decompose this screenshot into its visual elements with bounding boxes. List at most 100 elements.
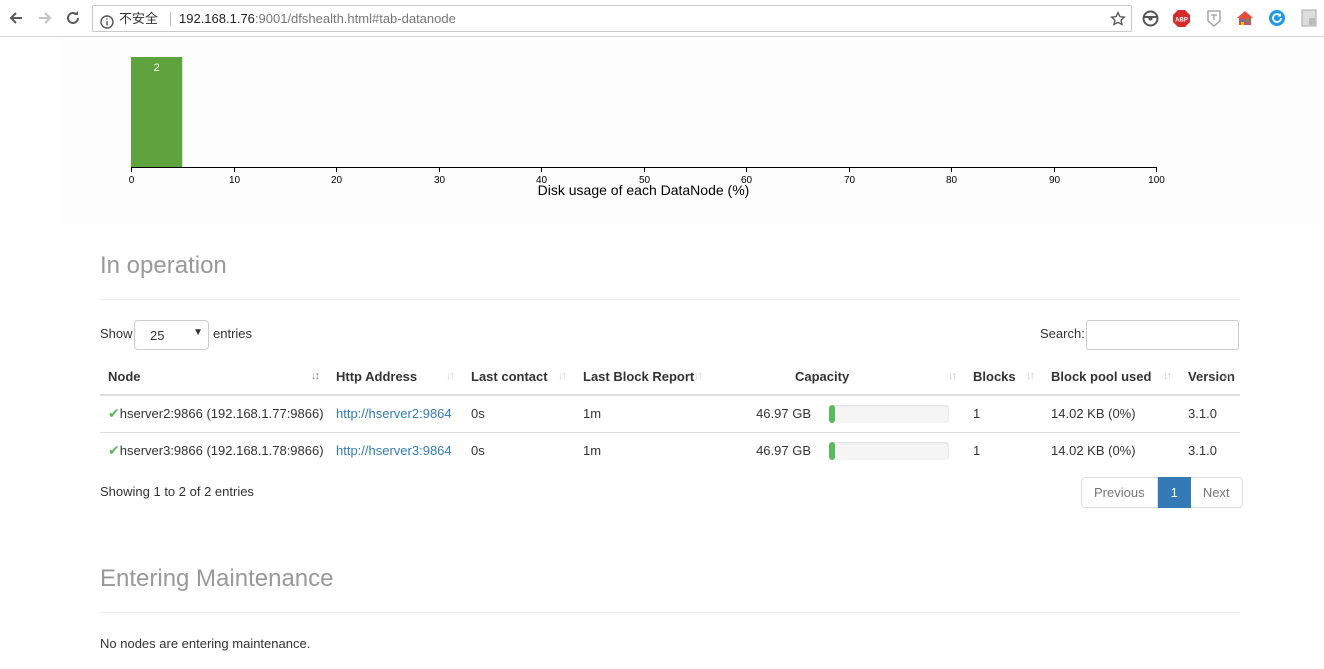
column-label: Capacity [795,369,850,384]
column-header-last-contact[interactable]: Last contact ↓↑ [463,359,575,396]
x-tick-label: 10 [229,175,241,186]
node-cell: ✔hserver2:9866 (192.168.1.77:9866) [100,395,328,432]
block-pool-used-cell: 14.02 KB (0%) [1051,406,1136,422]
pagination: Previous 1 Next [1081,477,1243,508]
column-header-http[interactable]: Http Address ↓↑ [328,359,463,396]
sort-icon: ↓↑ [558,370,567,382]
x-tick-label: 90 [1049,175,1061,186]
version-cell: 3.1.0 [1188,406,1217,422]
address-bar[interactable]: 不安全 192.168.1.76:9001/dfshealth.html#tab… [92,5,1132,32]
in-operation-title: In operation [100,252,227,279]
last-contact-cell: 0s [463,431,575,469]
column-label: Node [108,369,141,384]
sort-icon: ↓↑ [446,370,455,382]
table-header-row: Node ↓↕ Http Address ↓↑ Last contact ↓↑ Las… [100,359,1241,396]
datanode-table: Node ↓↕ Http Address ↓↑ Last contact ↓↑ Las… [100,359,1241,469]
http-address-link[interactable]: http://hserver3:9864 [336,443,452,458]
url-text[interactable]: 192.168.1.76:9001/dfshealth.html#tab-dat… [179,6,456,31]
checkmark-icon: ✔ [108,442,120,459]
column-header-version[interactable]: Version ↓↑ [1180,359,1241,396]
browser-toolbar: 不安全 192.168.1.76:9001/dfshealth.html#tab… [0,0,1324,37]
x-tick-label: 70 [844,175,856,186]
page-length-select[interactable]: 25 ▼ [134,320,209,350]
column-label: Last Block Report [583,369,695,384]
blocks-cell: 1 [965,431,1044,469]
forward-button[interactable] [33,6,57,30]
x-tick-label: 30 [434,175,446,186]
previous-button[interactable]: Previous [1081,477,1158,508]
section-divider [100,612,1240,613]
capacity-progress-fill [829,404,835,423]
sort-icon: ↓↑ [948,370,957,382]
table-row: ✔hserver2:9866 (192.168.1.77:9866) http:… [100,395,1240,432]
steering-wheel-icon[interactable] [1140,8,1160,28]
section-divider [100,299,1240,300]
refresh-blue-icon[interactable] [1267,8,1287,28]
column-header-blocks[interactable]: Blocks ↓↑ [965,359,1044,396]
translate-icon[interactable] [1204,8,1224,28]
x-axis-label: Disk usage of each DataNode (%) [538,182,750,198]
last-block-report-cell: 1m [575,431,711,469]
http-address-link[interactable]: http://hserver2:9864 [336,406,452,421]
x-tick-label: 0 [129,175,135,186]
column-header-node[interactable]: Node ↓↕ [100,359,328,396]
last-contact-cell: 0s [471,406,485,422]
home-colored-icon[interactable] [1235,8,1255,28]
version-cell: 3.1.0 [1180,431,1241,469]
back-button[interactable] [4,6,28,30]
chevron-down-icon: ▼ [193,327,203,338]
capacity-cell: 46.97 GB [756,406,811,422]
url-host: 192.168.1.76 [179,11,255,26]
back-arrow-icon [9,12,22,24]
sort-asc-icon: ↓↕ [311,370,320,382]
column-label: Http Address [336,369,418,384]
last-block-report-cell: 1m [583,406,602,422]
sort-icon: ↓↑ [694,370,703,382]
forward-arrow-icon [39,12,52,24]
maintenance-message: No nodes are entering maintenance. [100,636,311,651]
x-tick-label: 100 [1148,175,1165,186]
capacity-progress-bar [829,441,949,460]
x-tick-label: 20 [331,175,343,186]
node-name: hserver3:9866 (192.168.1.78:9866) [119,443,324,459]
capacity-cell: 46.97 GB [711,431,821,469]
node-name: hserver2:9866 (192.168.1.77:9866) [119,406,324,422]
column-header-block-pool-used[interactable]: Block pool used ↓↑ [1043,359,1181,396]
bookmark-star-icon[interactable] [1110,10,1126,35]
column-header-capacity[interactable]: Capacity ↓↑ [711,359,966,396]
address-separator [170,12,171,26]
sort-icon: ↓↑ [1163,370,1172,382]
table-info: Showing 1 to 2 of 2 entries [100,484,254,499]
sort-icon: ↓↑ [1026,370,1035,382]
http-cell: http://hserver2:9864 [328,395,463,432]
table-row: ✔hserver3:9866 (192.168.1.78:9866) http:… [100,431,1241,469]
adblock-icon[interactable]: ABP [1171,8,1191,28]
info-icon[interactable] [100,12,114,37]
grid-icon[interactable] [1299,8,1319,28]
block-pool-used-cell: 14.02 KB (0%) [1043,431,1181,469]
bar-value-label: 2 [154,62,160,74]
blocks-cell: 1 [973,406,981,422]
node-cell: ✔hserver3:9866 (192.168.1.78:9866) [100,431,328,469]
svg-text:ABP: ABP [1175,17,1188,23]
capacity-bar-cell [821,395,965,432]
x-tick-label: 80 [946,175,958,186]
disk-usage-histogram: 20 10 20 30 40 50 60 70 80 90 100Disk usage of eac… [129,57,1165,198]
search-input[interactable] [1086,320,1239,350]
entries-label: entries [213,326,253,341]
insecure-label: 不安全 [119,11,159,26]
column-header-last-block-report[interactable]: Last Block Report ↓↑ [575,359,711,396]
page-1-button[interactable]: 1 [1157,477,1191,508]
sort-icon: ↓↑ [1223,370,1232,382]
column-label: Last contact [471,369,548,384]
checkmark-icon: ✔ [108,405,120,422]
http-cell: http://hserver3:9864 [328,431,463,469]
column-label: Blocks [973,369,1016,384]
reload-button[interactable] [61,6,85,30]
entering-maintenance-title: Entering Maintenance [100,565,334,592]
column-label: Block pool used [1051,369,1152,384]
next-button[interactable]: Next [1190,477,1243,508]
reload-icon [67,11,79,24]
search-label: Search: [1040,326,1085,341]
capacity-progress-fill [829,441,835,460]
